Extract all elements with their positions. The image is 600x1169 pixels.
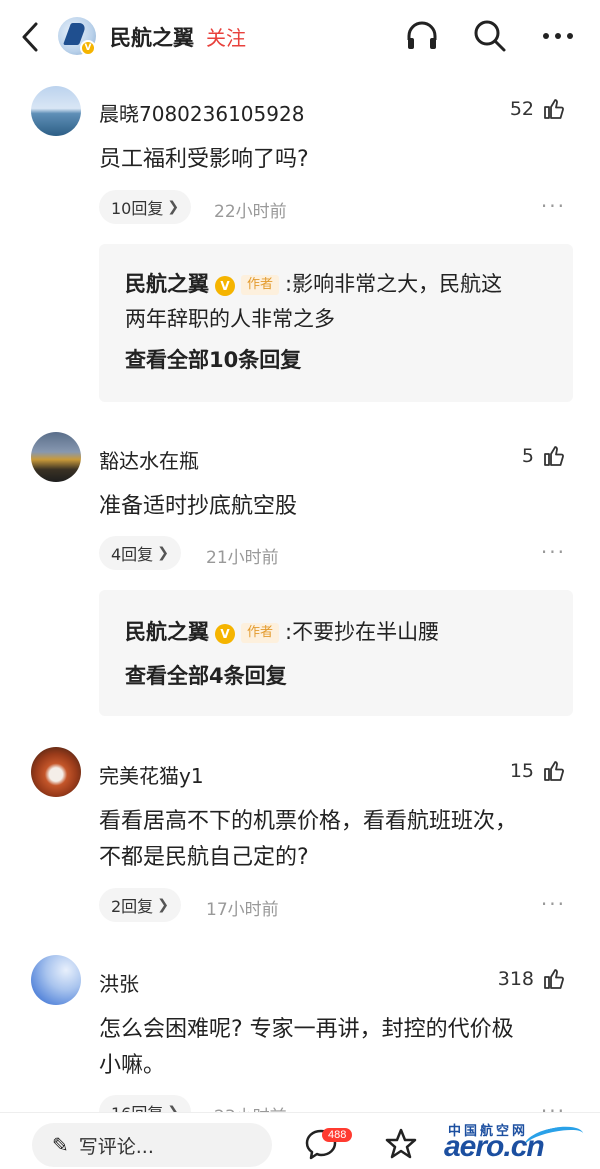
like-count: 318 bbox=[497, 968, 534, 990]
thumbs-up-icon bbox=[544, 761, 564, 781]
like-count: 15 bbox=[509, 760, 534, 782]
account-name[interactable]: 民航之翼 bbox=[110, 22, 194, 52]
replies-button[interactable]: 4回复 ❯ bbox=[99, 536, 181, 570]
thumbs-up-icon bbox=[544, 969, 564, 989]
username[interactable]: 晨晓7080236105928 bbox=[99, 98, 304, 127]
view-all-replies-link[interactable]: 查看全部4条回复 bbox=[125, 660, 287, 690]
author-tag: 作者 bbox=[241, 623, 280, 643]
comment-text: 员工福利受影响了吗? bbox=[99, 147, 309, 172]
comment-count-badge: 488 bbox=[322, 1128, 353, 1142]
chevron-right-icon: ❯ bbox=[167, 199, 180, 215]
comment-text-line-1: 怎么会困难呢? 专家一再讲，封控的代价极 bbox=[99, 1017, 514, 1042]
user-avatar[interactable] bbox=[31, 86, 81, 136]
star-icon[interactable] bbox=[384, 1127, 418, 1161]
username[interactable]: 洪张 bbox=[99, 968, 139, 997]
timestamp: 22小时前 bbox=[214, 202, 287, 222]
more-icon[interactable]: ··· bbox=[541, 892, 566, 916]
replies-count: 4回复 bbox=[111, 545, 154, 564]
comment-text-line-1: 看看居高不下的机票价格，看看航班班次， bbox=[99, 809, 518, 834]
like-button[interactable]: 15 bbox=[510, 759, 566, 783]
username[interactable]: 完美花猫y1 bbox=[99, 760, 204, 789]
comment-text-line-2: 不都是民航自己定的? bbox=[99, 845, 309, 870]
reply-line-1: 民航之翼 V 作者:不要抄在半山腰 bbox=[125, 616, 555, 649]
chevron-right-icon: ❯ bbox=[157, 545, 169, 561]
like-button[interactable]: 52 bbox=[510, 97, 566, 121]
timestamp: 17小时前 bbox=[206, 900, 279, 920]
like-button[interactable]: 318 bbox=[498, 967, 566, 991]
reply-preview[interactable]: 民航之翼 V 作者:不要抄在半山腰 查看全部4条回复 bbox=[99, 590, 573, 716]
user-avatar[interactable] bbox=[31, 432, 81, 482]
username[interactable]: 豁达水在瓶 bbox=[99, 445, 199, 474]
search-icon[interactable] bbox=[472, 18, 508, 54]
chevron-right-icon: ❯ bbox=[157, 897, 169, 913]
replies-button[interactable]: 10回复 ❯ bbox=[99, 190, 192, 224]
comment-text-line-2: 小嘛。 bbox=[99, 1053, 166, 1078]
reply-text: :影响非常之大，民航这 bbox=[285, 272, 503, 296]
view-all-replies-link[interactable]: 查看全部10条回复 bbox=[125, 344, 301, 374]
watermark-latin-text: aero.cn bbox=[444, 1130, 545, 1163]
user-avatar[interactable] bbox=[31, 747, 81, 797]
replies-button[interactable]: 2回复 ❯ bbox=[99, 888, 181, 922]
reply-author[interactable]: 民航之翼 bbox=[125, 620, 209, 644]
follow-button[interactable]: 关注 bbox=[206, 22, 246, 51]
user-avatar[interactable] bbox=[31, 955, 81, 1005]
author-tag: 作者 bbox=[241, 275, 280, 295]
headphones-icon[interactable] bbox=[404, 18, 440, 54]
more-icon[interactable]: ··· bbox=[541, 194, 566, 218]
reply-author[interactable]: 民航之翼 bbox=[125, 272, 209, 296]
like-count: 52 bbox=[509, 98, 534, 120]
verified-icon: V bbox=[215, 276, 235, 296]
reply-preview[interactable]: 民航之翼 V 作者:影响非常之大，民航这 两年辞职的人非常之多 查看全部10条回复 bbox=[99, 244, 573, 402]
replies-count: 10回复 bbox=[111, 199, 164, 218]
replies-count: 2回复 bbox=[111, 897, 154, 916]
back-icon[interactable] bbox=[16, 20, 46, 54]
more-icon[interactable] bbox=[540, 18, 576, 54]
like-count: 5 bbox=[521, 445, 534, 467]
write-comment-input[interactable]: ✎ 写评论... bbox=[32, 1123, 272, 1167]
verified-icon: V bbox=[215, 624, 235, 644]
thumbs-up-icon bbox=[544, 99, 564, 119]
write-placeholder: 写评论... bbox=[78, 1135, 154, 1158]
like-button[interactable]: 5 bbox=[522, 444, 566, 468]
thumbs-up-icon bbox=[544, 446, 564, 466]
more-icon[interactable]: ··· bbox=[541, 540, 566, 564]
verified-badge: V bbox=[80, 40, 96, 56]
reply-line-1: 民航之翼 V 作者:影响非常之大，民航这 bbox=[125, 268, 555, 301]
timestamp: 21小时前 bbox=[206, 548, 279, 568]
top-header: V 民航之翼 关注 bbox=[0, 0, 600, 76]
comment-text: 准备适时抄底航空股 bbox=[99, 494, 298, 519]
reply-line-2: 两年辞职的人非常之多 bbox=[125, 307, 335, 331]
pen-icon: ✎ bbox=[52, 1133, 69, 1157]
reply-text: :不要抄在半山腰 bbox=[285, 620, 440, 644]
watermark-logo: 中国航空网 aero.cn bbox=[440, 1120, 600, 1166]
